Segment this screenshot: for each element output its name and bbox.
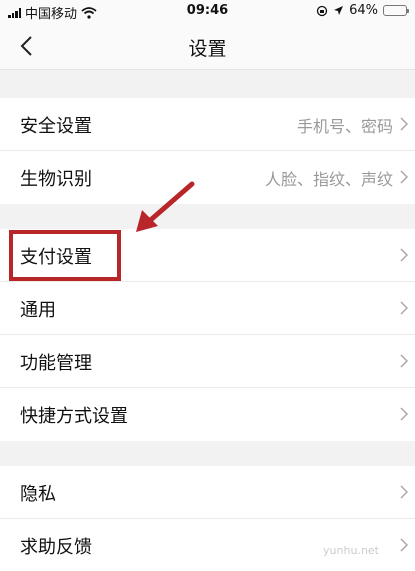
settings-group-account: 安全设置 手机号、密码 生物识别 人脸、指纹、声纹: [0, 98, 415, 204]
row-shortcut-settings[interactable]: 快捷方式设置: [0, 388, 415, 441]
row-feature-management[interactable]: 功能管理: [0, 335, 415, 388]
row-value: 手机号、密码: [296, 117, 393, 136]
chevron-right-icon: [400, 485, 409, 499]
page-title: 设置: [188, 38, 227, 60]
battery-icon: [383, 5, 409, 16]
rotation-lock-icon: [316, 5, 328, 16]
chevron-right-icon: [400, 407, 409, 421]
status-bar: 中国移动 09:46 64%: [0, 0, 415, 22]
chevron-right-icon: [400, 538, 409, 552]
row-general[interactable]: 通用: [0, 282, 415, 335]
status-right: 64%: [316, 3, 409, 18]
row-label: 安全设置: [20, 116, 92, 137]
row-value: 人脸、指纹、声纹: [264, 170, 393, 189]
nav-bar: 设置: [0, 22, 415, 70]
chevron-right-icon: [400, 170, 409, 184]
chevron-right-icon: [400, 117, 409, 131]
row-label: 求助反馈: [20, 537, 92, 558]
chevron-right-icon: [400, 354, 409, 368]
annotation-arrow-icon: [136, 181, 195, 232]
watermark: yunhu.net: [323, 544, 379, 557]
row-label: 生物识别: [20, 169, 92, 190]
row-label: 快捷方式设置: [20, 406, 128, 427]
chevron-right-icon: [400, 248, 409, 262]
row-label: 功能管理: [20, 353, 92, 374]
chevron-right-icon: [400, 301, 409, 315]
row-label: 通用: [20, 300, 56, 321]
row-privacy[interactable]: 隐私: [0, 466, 415, 519]
annotation-highlight-box: [9, 230, 121, 281]
battery-percent: 64%: [349, 3, 378, 18]
row-security-settings[interactable]: 安全设置 手机号、密码: [0, 98, 415, 151]
location-icon: [334, 6, 344, 15]
row-biometrics[interactable]: 生物识别 人脸、指纹、声纹: [0, 151, 415, 204]
row-label: 隐私: [20, 484, 56, 505]
